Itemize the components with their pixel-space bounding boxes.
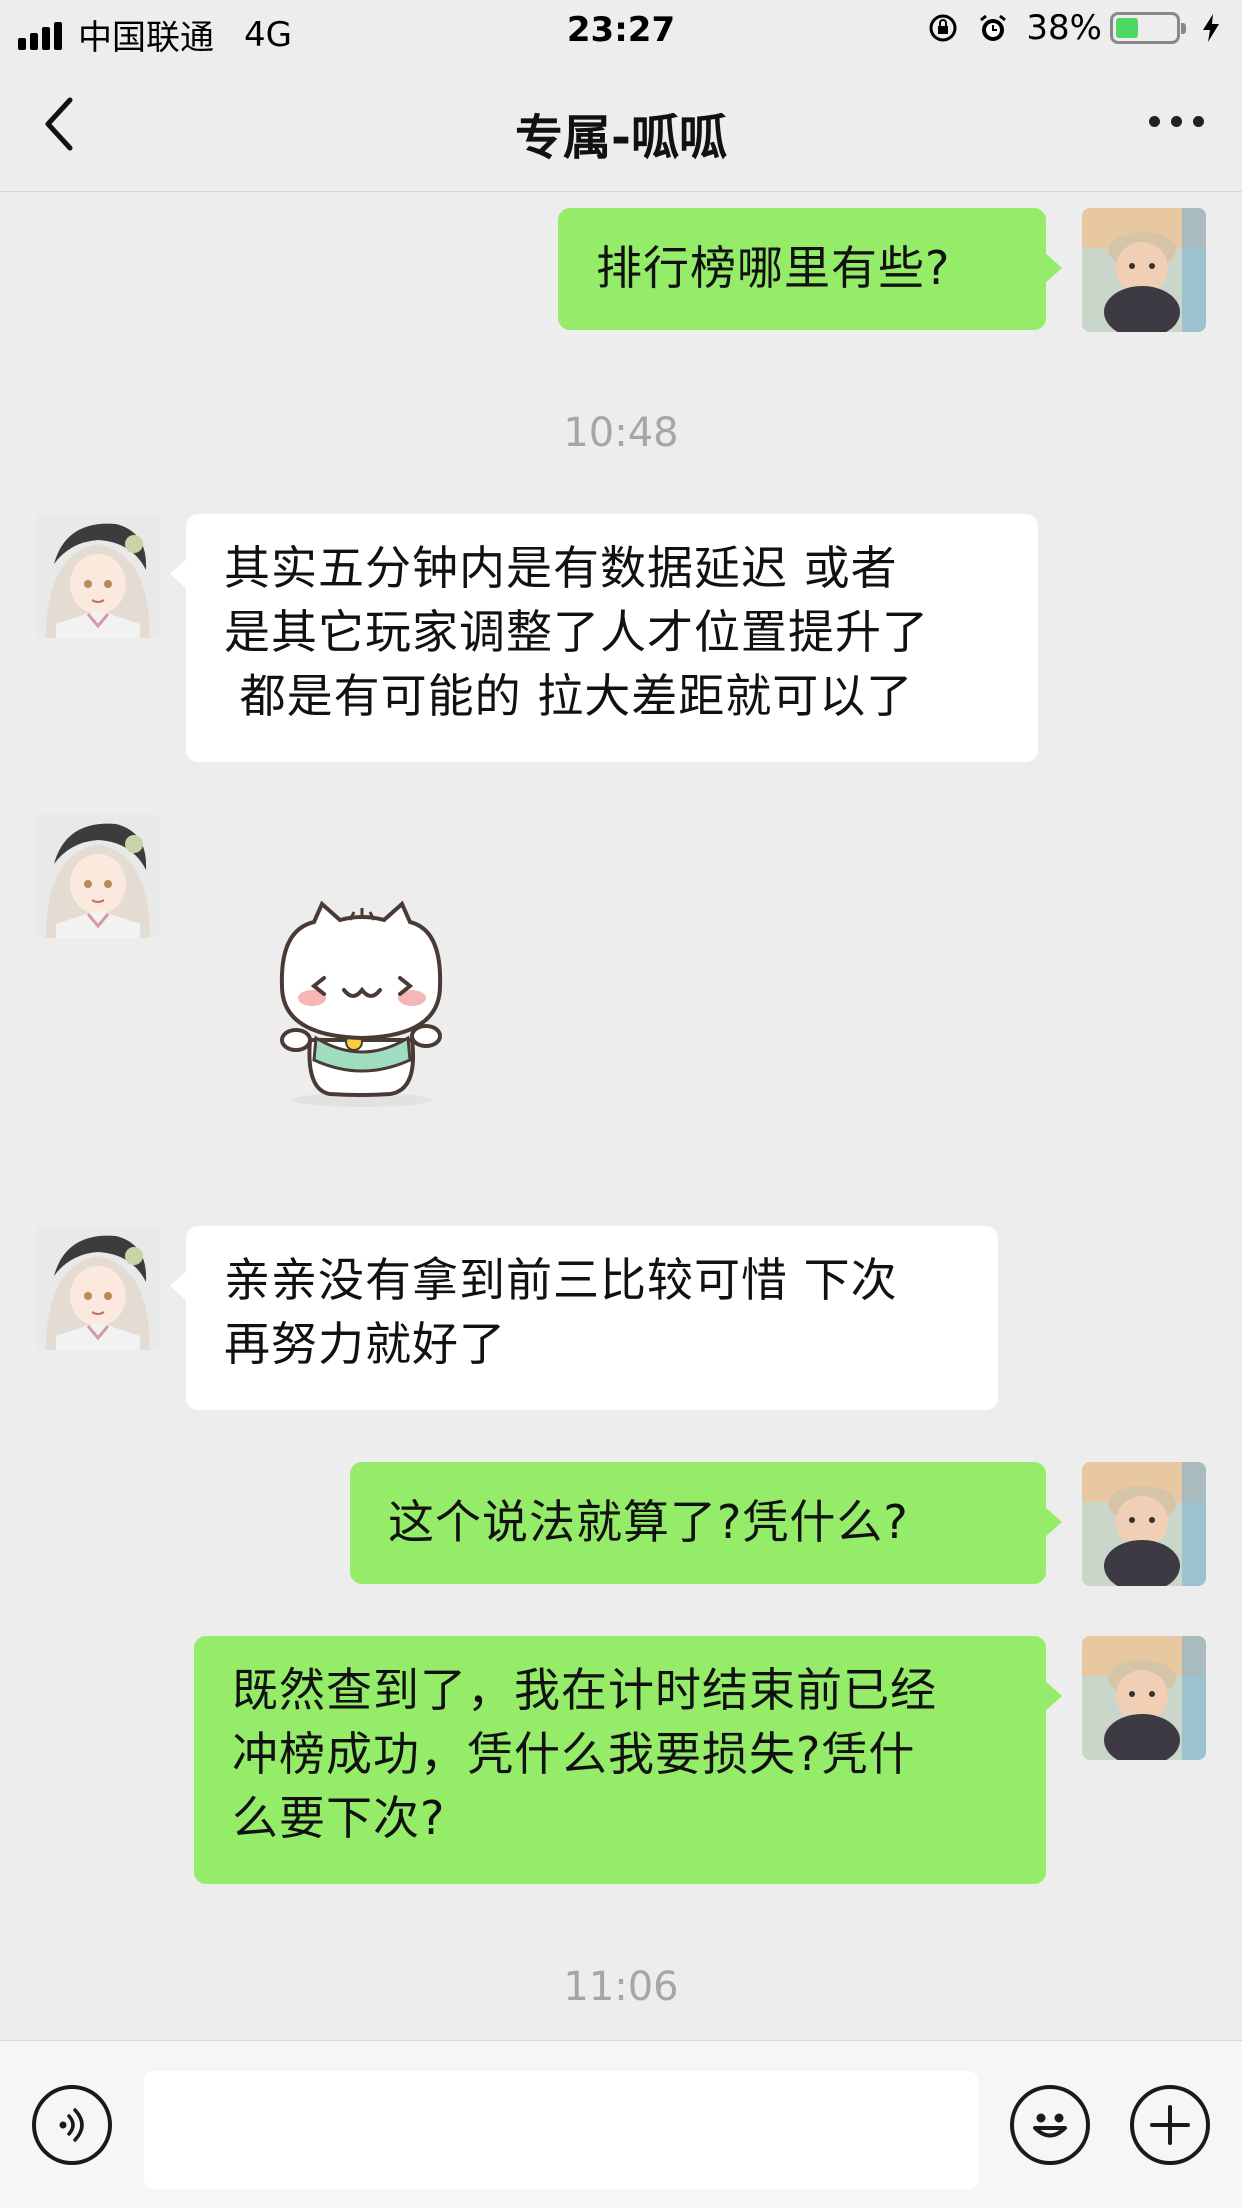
battery-level bbox=[1116, 18, 1138, 38]
my-avatar[interactable] bbox=[1082, 208, 1206, 332]
message-timestamp: 10:48 bbox=[563, 410, 679, 456]
message-text: 这个说法就算了?凭什么? bbox=[388, 1495, 909, 1549]
message-line: 么要下次? bbox=[232, 1791, 446, 1845]
chat-title: 专属-呱呱 bbox=[515, 110, 727, 166]
plus-button[interactable] bbox=[1130, 2085, 1210, 2165]
anime-girl-avatar-icon bbox=[36, 514, 160, 638]
message-bubble-received[interactable]: 其实五分钟内是有数据延迟 或者 是其它玩家调整了人才位置提升了 都是有可能的 拉… bbox=[170, 514, 1038, 762]
baby-avatar-icon bbox=[1082, 1462, 1206, 1586]
message-bubble-sent[interactable]: 这个说法就算了?凭什么? bbox=[350, 1462, 1062, 1584]
message-line: 其实五分钟内是有数据延迟 或者 bbox=[224, 541, 898, 595]
my-avatar[interactable] bbox=[1082, 1636, 1206, 1760]
anime-girl-avatar-icon bbox=[36, 1226, 160, 1350]
agent-avatar[interactable] bbox=[36, 514, 160, 638]
voice-button[interactable] bbox=[32, 2085, 112, 2165]
message-line: 再努力就好了 bbox=[224, 1317, 506, 1371]
agent-avatar[interactable] bbox=[36, 814, 160, 938]
message-bubble-sent[interactable]: 排行榜哪里有些? bbox=[558, 208, 1062, 330]
my-avatar[interactable] bbox=[1082, 1462, 1206, 1586]
alarm-icon bbox=[976, 11, 1010, 45]
emoji-button[interactable] bbox=[1010, 2085, 1090, 2165]
agent-avatar[interactable] bbox=[36, 1226, 160, 1350]
plus-icon bbox=[1150, 2105, 1190, 2145]
charging-icon bbox=[1194, 11, 1228, 45]
anime-girl-avatar-icon bbox=[36, 814, 160, 938]
more-icon-dot bbox=[1149, 116, 1160, 127]
battery-percent: 38% bbox=[1026, 8, 1102, 48]
message-line: 冲榜成功，凭什么我要损失?凭什 bbox=[232, 1727, 916, 1781]
message-timestamp: 11:06 bbox=[563, 1964, 679, 2010]
message-line: 亲亲没有拿到前三比较可惜 下次 bbox=[224, 1253, 898, 1307]
voice-icon bbox=[59, 2108, 84, 2142]
rotation-lock-icon bbox=[926, 11, 960, 45]
baby-avatar-icon bbox=[1082, 208, 1206, 332]
input-bar bbox=[0, 2040, 1242, 2208]
chat-screen: 中国联通 4G 23:27 38% 专属-呱呱 排行榜哪里有些? 10:48 其… bbox=[0, 0, 1242, 2208]
baby-avatar-icon bbox=[1082, 1636, 1206, 1760]
battery-icon bbox=[1110, 12, 1186, 44]
message-text: 排行榜哪里有些? bbox=[596, 241, 951, 295]
more-icon-dot bbox=[1193, 116, 1204, 127]
message-bubble-sent[interactable]: 既然查到了，我在计时结束前已经 冲榜成功，凭什么我要损失?凭什 么要下次? bbox=[194, 1636, 1062, 1884]
message-input[interactable] bbox=[144, 2071, 978, 2189]
status-right: 38% bbox=[926, 8, 1228, 48]
more-icon-dot bbox=[1171, 116, 1182, 127]
nav-bar: 专属-呱呱 bbox=[0, 62, 1242, 192]
more-options-button[interactable] bbox=[1138, 116, 1204, 127]
message-line: 是其它玩家调整了人才位置提升了 bbox=[224, 605, 929, 659]
message-line: 既然查到了，我在计时结束前已经 bbox=[232, 1663, 937, 1717]
emoji-icon bbox=[1033, 2113, 1067, 2138]
white-cat-sticker-icon bbox=[279, 900, 443, 1107]
message-line: 都是有可能的 拉大差距就可以了 bbox=[224, 669, 914, 723]
status-bar: 中国联通 4G 23:27 38% bbox=[0, 0, 1242, 62]
message-bubble-received[interactable]: 亲亲没有拿到前三比较可惜 下次 再努力就好了 bbox=[170, 1226, 998, 1410]
sticker-message[interactable] bbox=[250, 890, 470, 1110]
